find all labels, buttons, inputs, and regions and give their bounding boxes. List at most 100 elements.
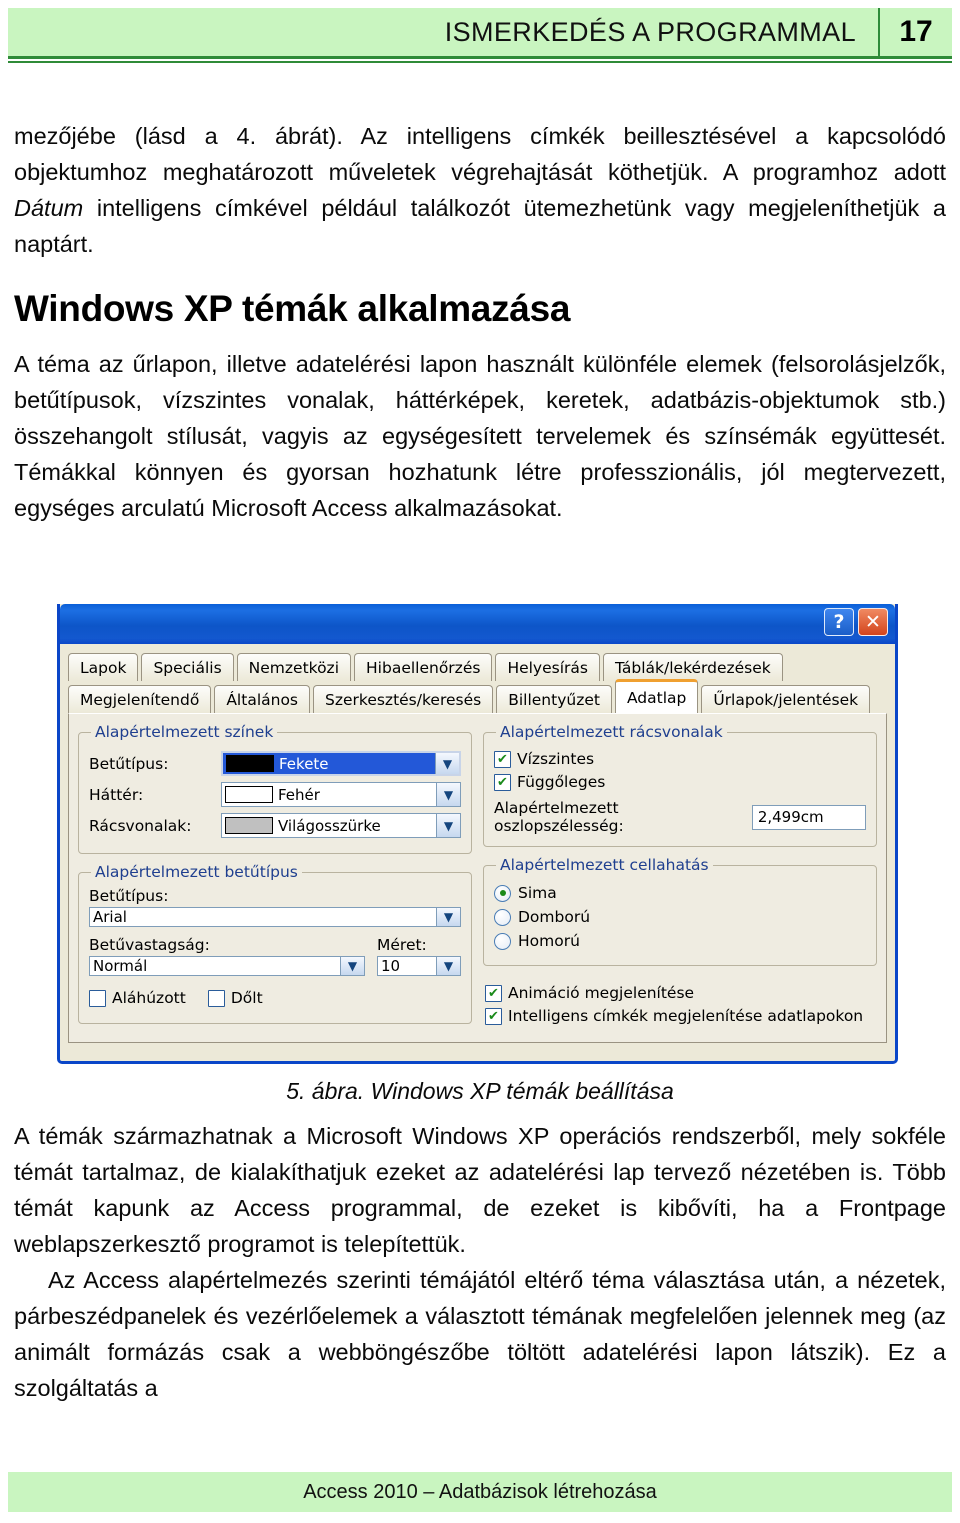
group-default-font: Alapértelmezett betűtípus Betűtípus: Ari…	[78, 863, 472, 1024]
radio-raised[interactable]: Domború	[494, 908, 866, 926]
tab-nemzetkozi[interactable]: Nemzetközi	[236, 653, 352, 681]
combo-font-color-value: Fekete	[279, 754, 329, 773]
titlebar-buttons: ? ✕	[824, 608, 888, 636]
body-content-top: mezőjébe (lásd a 4. ábrát). Az intellige…	[14, 118, 946, 526]
font-weight-block: Betűvastagság: Normál ▼	[89, 934, 365, 976]
combo-font-weight-value: Normál	[93, 957, 148, 975]
tab-megjelenitendo[interactable]: Megjelenítendő	[68, 685, 212, 713]
tab-szerkesztes-kereses[interactable]: Szerkesztés/keresés	[313, 685, 494, 713]
combo-background-color-value-wrap: Fehér	[222, 783, 436, 806]
combo-gridline-color-value: Világosszürke	[278, 816, 381, 835]
figure-caption: 5. ábra. Windows XP témák beállítása	[286, 1078, 674, 1104]
input-default-column-width[interactable]: 2,499cm	[751, 804, 866, 830]
paragraph-themes-origin: A témák származhatnak a Microsoft Window…	[14, 1123, 946, 1257]
combo-font-size-value: 10	[381, 957, 401, 975]
checkbox-horizontal-gridline[interactable]: ✔ Vízszintes	[494, 750, 866, 768]
checkbox-horizontal-box[interactable]: ✔	[494, 750, 511, 768]
tab-billentyuzet[interactable]: Billentyűzet	[496, 685, 612, 713]
radio-raised-label: Domború	[518, 908, 591, 926]
label-font-color: Betűtípus:	[89, 754, 169, 773]
header-rule-bottom	[8, 61, 952, 63]
radio-flat[interactable]: Sima	[494, 884, 866, 902]
tab-adatlap[interactable]: Adatlap	[614, 679, 699, 713]
right-column: Alapértelmezett rácsvonalak ✔ Vízszintes…	[483, 723, 877, 1042]
help-icon[interactable]: ?	[824, 608, 854, 636]
chevron-down-icon[interactable]: ▼	[436, 957, 460, 975]
radio-flat-circle[interactable]	[494, 884, 511, 902]
page-number: 17	[899, 15, 933, 48]
settings-dialog: Beállítások ? ✕ Lapok Speciális Nemzetkö…	[57, 604, 898, 1064]
page-footer: Access 2010 – Adatbázisok létrehozása	[8, 1472, 952, 1512]
combo-font-weight[interactable]: Normál ▼	[89, 956, 365, 976]
checkbox-underline[interactable]: Aláhúzott	[89, 989, 186, 1007]
checkbox-show-smart-tags-box[interactable]: ✔	[485, 1007, 502, 1025]
group-cell-effect: Alapértelmezett cellahatás Sima Domború …	[483, 856, 877, 966]
group-default-gridlines-legend: Alapértelmezett rácsvonalak	[500, 723, 723, 741]
group-default-colors: Alapértelmezett színek Betűtípus: Fekete…	[78, 723, 472, 854]
paragraph-theme-selection: Az Access alapértelmezés szerinti témájá…	[14, 1267, 946, 1401]
checkbox-vertical-gridline[interactable]: ✔ Függőleges	[494, 773, 866, 791]
page-title: ISMERKEDÉS A PROGRAMMAL	[444, 16, 856, 47]
checkbox-show-animation-box[interactable]: ✔	[485, 984, 502, 1002]
checkbox-horizontal-label: Vízszintes	[517, 750, 595, 768]
header-rule-top	[8, 56, 952, 59]
combo-font-family-value: Arial	[93, 908, 127, 926]
tab-tablak-lekerdezesek[interactable]: Táblák/lekérdezések	[602, 653, 783, 681]
combo-font-color[interactable]: Fekete ▼	[221, 751, 461, 776]
checkbox-underline-label: Aláhúzott	[112, 989, 186, 1007]
group-cell-effect-legend: Alapértelmezett cellahatás	[500, 856, 709, 874]
combo-font-family[interactable]: Arial ▼	[89, 907, 461, 927]
tab-altalanos[interactable]: Általános	[214, 685, 311, 713]
radio-raised-circle[interactable]	[494, 908, 511, 926]
combo-font-size[interactable]: 10 ▼	[377, 956, 461, 976]
font-weight-size-block: Betűvastagság: Normál ▼ Méret: 10 ▼	[89, 934, 461, 976]
dialog-titlebar: Beállítások ? ✕	[60, 604, 895, 644]
radio-sunken[interactable]: Homorú	[494, 932, 866, 950]
footer-text: Access 2010 – Adatbázisok létrehozása	[303, 1480, 657, 1503]
group-default-gridlines: Alapértelmezett rácsvonalak ✔ Vízszintes…	[483, 723, 877, 847]
close-icon[interactable]: ✕	[858, 608, 888, 636]
font-style-checks: Aláhúzott Dőlt	[89, 984, 461, 1012]
checkbox-show-smart-tags[interactable]: ✔ Intelligens címkék megjelenítése adatl…	[485, 1007, 875, 1025]
radio-flat-label: Sima	[518, 884, 557, 902]
tab-hibaellenorzes[interactable]: Hibaellenőrzés	[354, 653, 493, 681]
tab-row-1: Lapok Speciális Nemzetközi Hibaellenőrzé…	[68, 650, 887, 681]
paragraph-theme-description: A téma az űrlapon, illetve adatelérési l…	[14, 351, 946, 521]
label-background-color: Háttér:	[89, 785, 144, 804]
checkbox-italic-box[interactable]	[207, 989, 225, 1007]
checkbox-show-animation[interactable]: ✔ Animáció megjelenítése	[485, 984, 875, 1002]
bottom-checkbox-group: ✔ Animáció megjelenítése ✔ Intelligens c…	[483, 975, 877, 1030]
label-font-family: Betűtípus:	[89, 887, 169, 905]
color-swatch-black	[226, 755, 274, 772]
checkbox-underline-box[interactable]	[89, 989, 106, 1007]
tab-specialis[interactable]: Speciális	[141, 653, 234, 681]
checkbox-italic[interactable]: Dőlt	[207, 989, 263, 1007]
chevron-down-icon[interactable]: ▼	[435, 753, 459, 774]
color-swatch-lightgray	[225, 817, 273, 834]
radio-sunken-circle[interactable]	[494, 932, 511, 950]
radio-flat-dot	[499, 890, 506, 896]
tab-strip: Lapok Speciális Nemzetközi Hibaellenőrzé…	[60, 644, 895, 713]
combo-background-color[interactable]: Fehér ▼	[221, 782, 461, 807]
tab-lapok[interactable]: Lapok	[68, 653, 139, 681]
tab-helyesiras[interactable]: Helyesírás	[495, 653, 600, 681]
chevron-down-icon[interactable]: ▼	[436, 814, 460, 837]
combo-font-color-value-wrap: Fekete	[223, 753, 435, 774]
combo-font-weight-value-wrap: Normál	[90, 957, 340, 975]
chevron-down-icon[interactable]: ▼	[436, 908, 460, 926]
label-default-column-width: Alapértelmezett oszlopszélesség:	[494, 799, 624, 835]
checkbox-italic-label: Dőlt	[230, 989, 263, 1007]
label-gridline-color: Rácsvonalak:	[89, 816, 192, 835]
tab-row-2: Megjelenítendő Általános Szerkesztés/ker…	[68, 679, 887, 713]
chevron-down-icon[interactable]: ▼	[340, 957, 364, 975]
checkbox-vertical-box[interactable]: ✔	[494, 773, 511, 791]
paragraph-intro-part2: intelligens címkével például találkozót …	[14, 195, 946, 257]
paragraph-intro-part1: mezőjébe (lásd a 4. ábrát). Az intellige…	[14, 123, 946, 185]
body-content-bottom: A témák származhatnak a Microsoft Window…	[14, 1118, 946, 1406]
chevron-down-icon[interactable]: ▼	[436, 783, 460, 806]
group-default-colors-legend: Alapértelmezett színek	[95, 723, 274, 741]
checkbox-show-smart-tags-label: Intelligens címkék megjelenítése adatlap…	[508, 1007, 864, 1025]
tab-urlapok-jelentesek[interactable]: Űrlapok/jelentések	[701, 685, 871, 713]
combo-gridline-color[interactable]: Világosszürke ▼	[221, 813, 461, 838]
font-size-block: Méret: 10 ▼	[377, 934, 461, 976]
